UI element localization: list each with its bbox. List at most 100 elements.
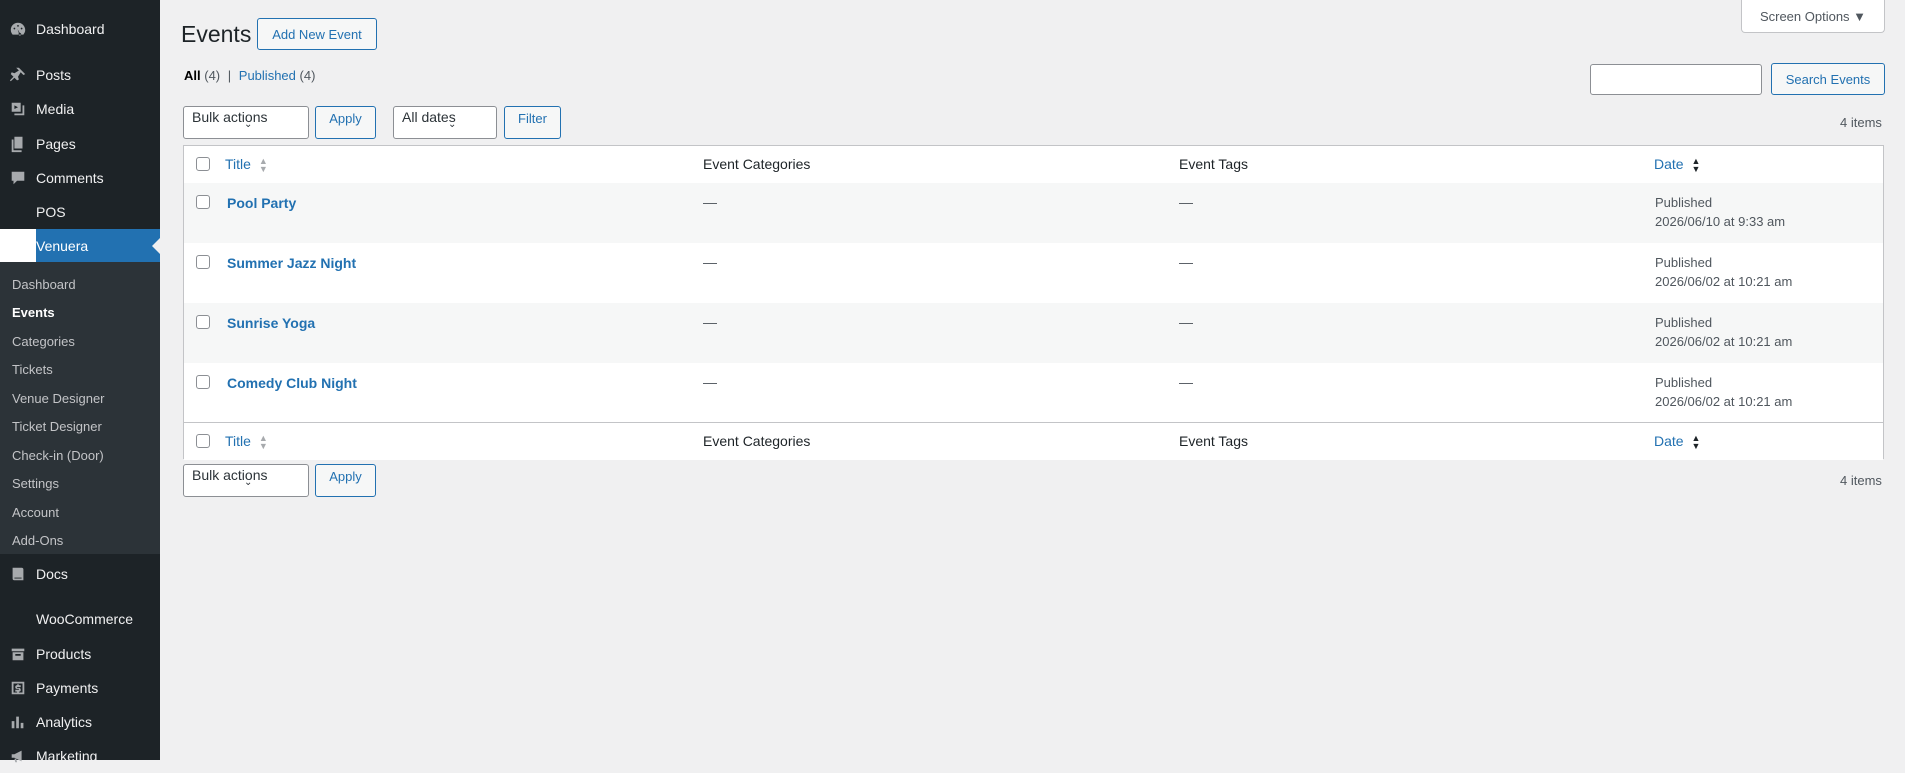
view-published[interactable]: Published (4)	[239, 68, 316, 83]
event-status: Published	[1655, 375, 1713, 390]
apply-button-bottom[interactable]: Apply	[315, 464, 376, 497]
column-date-header[interactable]: Date ▲ ▼	[1654, 156, 1701, 175]
submenu-tickets[interactable]: Tickets	[12, 362, 53, 377]
chevron-down-icon: ⌄	[244, 119, 253, 130]
comments-icon	[0, 168, 36, 188]
footer-date-header[interactable]: Date ▲ ▼	[1654, 433, 1701, 452]
view-all[interactable]: All (4)	[184, 68, 224, 83]
event-tags-cell: —	[1179, 314, 1193, 330]
submenu-venue-designer[interactable]: Venue Designer	[12, 391, 105, 406]
submenu-ticket-designer[interactable]: Ticket Designer	[12, 419, 102, 434]
menu-pages[interactable]: Pages	[0, 127, 160, 161]
add-new-event-button[interactable]: Add New Event	[257, 18, 377, 50]
submenu-account[interactable]: Account	[12, 505, 59, 520]
menu-analytics[interactable]: Analytics	[0, 705, 160, 739]
view-published-label: Published	[238, 68, 296, 83]
event-status: Published	[1655, 255, 1713, 270]
event-date: 2026/06/02 at 10:21 am	[1655, 274, 1793, 289]
menu-pos[interactable]: POS	[0, 195, 160, 229]
event-categories-cell: —	[703, 314, 717, 330]
row-checkbox[interactable]	[196, 255, 210, 269]
bulk-actions-select-top[interactable]: Bulk actions ⌄	[183, 106, 309, 139]
dashboard-icon	[0, 19, 36, 39]
event-title-link[interactable]: Comedy Club Night	[227, 375, 357, 391]
page-title: Events	[181, 21, 252, 47]
menu-docs[interactable]: Docs	[0, 557, 160, 591]
menu-media[interactable]: Media	[0, 92, 160, 126]
submenu-events[interactable]: Events	[12, 305, 55, 320]
event-title-link[interactable]: Pool Party	[227, 195, 296, 211]
table-header: Title ▲ ▼ Event Categories Event Tags Dat…	[184, 146, 1883, 184]
bulk-actions-select-bottom[interactable]: Bulk actions ⌄	[183, 464, 309, 497]
items-count-bottom: 4 items	[1840, 473, 1882, 488]
submenu-categories[interactable]: Categories	[12, 334, 75, 349]
admin-sidebar: Dashboard Posts Media Pages Comments POS…	[0, 0, 160, 764]
payments-icon	[0, 678, 36, 698]
event-title-link[interactable]: Summer Jazz Night	[227, 255, 356, 271]
apply-button-top[interactable]: Apply	[315, 106, 376, 139]
sort-desc-icon: ▲ ▼	[1691, 433, 1701, 452]
event-title-link[interactable]: Sunrise Yoga	[227, 315, 315, 331]
sort-icon: ▲ ▼	[258, 433, 268, 452]
menu-payments[interactable]: Payments	[0, 671, 160, 705]
chevron-down-icon: ⌄	[448, 119, 457, 130]
submenu-add-ons[interactable]: Add-Ons	[12, 533, 63, 548]
dates-filter-select[interactable]: All dates ⌄	[393, 106, 497, 139]
event-status: Published	[1655, 195, 1713, 210]
media-icon	[0, 99, 36, 119]
menu-venuera[interactable]: Venuera	[0, 229, 160, 263]
column-title-header[interactable]: Title ▲ ▼	[225, 156, 268, 174]
menu-docs-label: Docs	[36, 566, 68, 582]
column-categories-header: Event Categories	[703, 156, 811, 172]
table-row: Sunrise Yoga — — Published 2026/06/02 at…	[184, 303, 1883, 363]
menu-marketing[interactable]: Marketing	[0, 739, 160, 773]
menu-posts[interactable]: Posts	[0, 58, 160, 92]
row-checkbox[interactable]	[196, 375, 210, 389]
event-tags-cell: —	[1179, 194, 1193, 210]
row-checkbox[interactable]	[196, 315, 210, 329]
chevron-down-icon: ⌄	[244, 477, 253, 488]
search-input[interactable]	[1590, 64, 1762, 95]
menu-products[interactable]: Products	[0, 637, 160, 671]
view-published-count: (4)	[299, 68, 316, 83]
table-row: Pool Party — — Published 2026/06/10 at 9…	[184, 183, 1883, 243]
footer-title-header[interactable]: Title ▲ ▼	[225, 433, 268, 452]
select-all-checkbox-footer[interactable]	[196, 434, 210, 448]
sort-desc-icon: ▲ ▼	[1691, 156, 1701, 175]
row-checkbox[interactable]	[196, 195, 210, 209]
event-date: 2026/06/02 at 10:21 am	[1655, 334, 1793, 349]
menu-woocommerce[interactable]: WooCommerce	[0, 602, 160, 636]
menu-comments[interactable]: Comments	[0, 161, 160, 195]
menu-comments-label: Comments	[36, 170, 104, 186]
menu-dashboard[interactable]: Dashboard	[0, 12, 160, 46]
bulk-actions-value-top: Bulk actions	[192, 109, 268, 125]
event-categories-cell: —	[703, 374, 717, 390]
menu-dashboard-label: Dashboard	[36, 21, 105, 37]
column-title-label: Title	[225, 156, 251, 172]
woocommerce-icon	[0, 609, 36, 629]
event-date: 2026/06/02 at 10:21 am	[1655, 394, 1793, 409]
event-tags-cell: —	[1179, 374, 1193, 390]
docs-icon	[0, 564, 36, 584]
menu-media-label: Media	[36, 101, 75, 117]
analytics-icon	[0, 712, 36, 732]
footer-tags-header: Event Tags	[1179, 433, 1249, 449]
venuera-submenu: Dashboard Events Categories Tickets Venu…	[0, 262, 160, 554]
view-all-count: (4)	[204, 68, 221, 83]
submenu-check-in[interactable]: Check-in (Door)	[12, 448, 104, 463]
pages-icon	[0, 134, 36, 154]
screen-options-button[interactable]: Screen Options ▼	[1741, 0, 1885, 33]
menu-analytics-label: Analytics	[36, 714, 93, 730]
event-date: 2026/06/10 at 9:33 am	[1655, 214, 1786, 229]
products-icon	[0, 644, 36, 664]
column-date-label: Date	[1654, 156, 1684, 172]
select-all-checkbox[interactable]	[196, 157, 210, 171]
menu-products-label: Products	[36, 646, 92, 662]
search-events-button[interactable]: Search Events	[1771, 63, 1885, 95]
filter-button[interactable]: Filter	[504, 106, 561, 139]
submenu-settings[interactable]: Settings	[12, 476, 59, 491]
table-row: Summer Jazz Night — — Published 2026/06/…	[184, 243, 1883, 303]
pos-icon	[0, 202, 36, 222]
events-table: Title ▲ ▼ Event Categories Event Tags Dat…	[183, 145, 1884, 460]
submenu-dashboard[interactable]: Dashboard	[12, 277, 76, 292]
